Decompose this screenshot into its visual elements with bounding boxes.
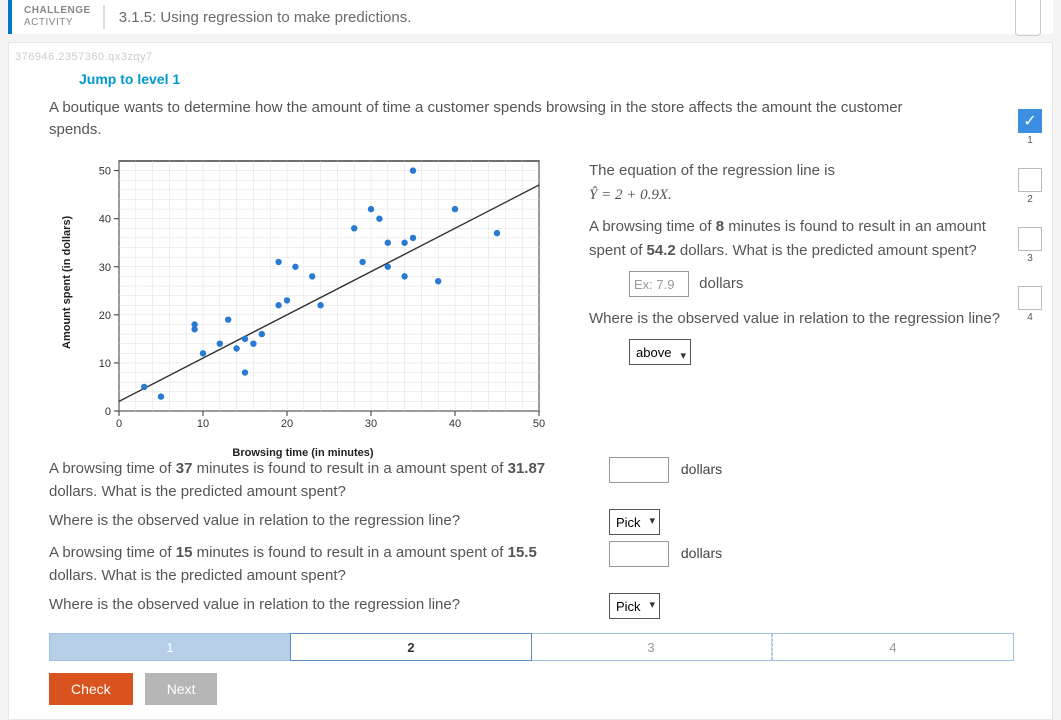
eq-intro-text: The equation of the regression line is xyxy=(589,162,835,179)
question-5: A browsing time of 15 minutes is found t… xyxy=(49,541,589,587)
svg-text:40: 40 xyxy=(99,214,111,226)
challenge-badge: CHALLENGE ACTIVITY xyxy=(12,5,105,29)
answer-4-row: Pick xyxy=(609,509,939,535)
progress-2[interactable]: 2 xyxy=(290,633,532,661)
activity-card: 376946.2357360.qx3zqy7 Jump to level 1 ✓… xyxy=(8,42,1053,720)
svg-text:20: 20 xyxy=(281,418,293,430)
answer-3-unit: dollars xyxy=(681,461,722,477)
progress-bar: 1 2 3 4 xyxy=(49,633,1014,661)
question-6: Where is the observed value in relation … xyxy=(49,593,589,619)
svg-text:50: 50 xyxy=(533,418,545,430)
svg-text:10: 10 xyxy=(99,358,111,370)
jump-to-level-link[interactable]: Jump to level 1 xyxy=(9,63,1052,97)
answer-1-input[interactable] xyxy=(629,271,689,297)
next-button[interactable]: Next xyxy=(145,673,218,705)
qx-id: 376946.2357360.qx3zqy7 xyxy=(9,51,1052,63)
question-3: A browsing time of 37 minutes is found t… xyxy=(49,457,589,503)
check-button[interactable]: Check xyxy=(49,673,133,705)
svg-text:30: 30 xyxy=(365,418,377,430)
answer-1-unit: dollars xyxy=(699,275,743,292)
badge-line1: CHALLENGE xyxy=(24,5,91,17)
equation-intro: The equation of the regression line is Ŷ… xyxy=(589,159,1004,207)
answer-3-row: dollars xyxy=(609,457,939,503)
answer-2-row: above xyxy=(589,339,1004,365)
activity-title: 3.1.5: Using regression to make predicti… xyxy=(105,9,426,26)
question-2: Where is the observed value in relation … xyxy=(589,307,1004,331)
svg-text:0: 0 xyxy=(116,418,122,430)
scatter-chart: 0 10 20 30 40 50 0 10 20 30 40 50 Amount spent (in … xyxy=(49,155,557,455)
x-axis-label: Browsing time (in minutes) xyxy=(232,447,373,459)
svg-text:20: 20 xyxy=(99,310,111,322)
problem-prompt: A boutique wants to determine how the am… xyxy=(49,97,1014,141)
y-axis-label: Amount spent (in dollars) xyxy=(61,216,73,349)
question-1: A browsing time of 8 minutes is found to… xyxy=(589,215,1004,263)
svg-text:50: 50 xyxy=(99,166,111,178)
progress-1[interactable]: 1 xyxy=(50,634,291,660)
answer-6-select[interactable]: Pick xyxy=(609,593,660,619)
equation: Ŷ = 2 + 0.9X. xyxy=(589,187,672,203)
answer-2-select[interactable]: above xyxy=(629,339,691,365)
answer-6-row: Pick xyxy=(609,593,939,619)
svg-text:40: 40 xyxy=(449,418,461,430)
answer-4-select[interactable]: Pick xyxy=(609,509,660,535)
svg-text:10: 10 xyxy=(197,418,209,430)
answer-5-row: dollars xyxy=(609,541,939,587)
answer-3-input[interactable] xyxy=(609,457,669,483)
header: CHALLENGE ACTIVITY 3.1.5: Using regressi… xyxy=(8,0,1053,34)
chart-svg: 0 10 20 30 40 50 0 10 20 30 40 50 xyxy=(89,155,549,437)
badge-line2: ACTIVITY xyxy=(24,17,73,28)
progress-4[interactable]: 4 xyxy=(772,634,1013,660)
answer-1-row: dollars xyxy=(589,271,1004,297)
svg-text:0: 0 xyxy=(105,406,111,418)
answer-5-unit: dollars xyxy=(681,545,722,561)
bookmark-icon[interactable] xyxy=(1015,0,1041,36)
progress-3[interactable]: 3 xyxy=(531,634,772,660)
svg-text:30: 30 xyxy=(99,262,111,274)
question-4: Where is the observed value in relation … xyxy=(49,509,589,535)
answer-5-input[interactable] xyxy=(609,541,669,567)
